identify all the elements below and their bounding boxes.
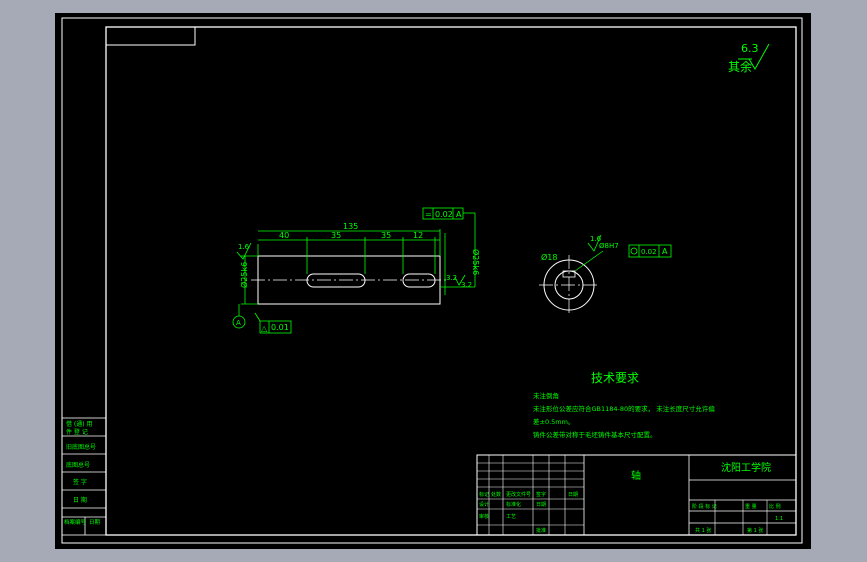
outer-border bbox=[61, 17, 803, 544]
tb-mark: 标记 bbox=[479, 491, 489, 498]
left-panel-6: 日 期 bbox=[73, 496, 87, 504]
tech-line-3: 差±0.5mm。 bbox=[533, 417, 574, 426]
left-panel-8: 日期 bbox=[89, 519, 101, 526]
left-panel-5: 签 字 bbox=[73, 478, 87, 486]
left-panel-7: 档案编号 bbox=[64, 518, 87, 526]
title-block-school: 沈阳工学院 bbox=[721, 461, 771, 474]
roughness-other-label: 其余 bbox=[728, 59, 752, 74]
straightness-symbol: △ bbox=[261, 324, 268, 333]
dim-seg3: 35 bbox=[381, 231, 391, 240]
tech-line-1: 未注倒角 bbox=[533, 391, 559, 400]
top-left-code-box bbox=[105, 26, 196, 46]
dim-seg2: 35 bbox=[331, 231, 341, 240]
dim-diameter-left: Ø25k6 bbox=[239, 262, 249, 288]
tb-review: 审核 bbox=[479, 513, 489, 520]
section-tolerance-datum: A bbox=[662, 247, 668, 256]
datum-label: A bbox=[236, 319, 241, 327]
section-keyway: Ø8H7 bbox=[599, 242, 619, 250]
shaft-front-view bbox=[251, 255, 449, 305]
tb-design: 设计 bbox=[479, 501, 489, 508]
tb-scale-value: 1:1 bbox=[775, 516, 783, 522]
title-block-part-name: 轴 bbox=[631, 469, 641, 482]
shaft-section-view bbox=[539, 255, 599, 315]
tb-standard: 标准化 bbox=[506, 501, 521, 508]
left-panel-2: 件 登 记 bbox=[66, 428, 88, 436]
dim-total-length: 135 bbox=[343, 222, 358, 231]
roughness-value-text: 6.3 bbox=[741, 42, 759, 55]
flatness-datum: A bbox=[456, 210, 462, 219]
straightness-value: 0.01 bbox=[271, 323, 289, 332]
tb-scale-label: 比 例 bbox=[769, 503, 781, 510]
tech-line-4: 铸件公差带对称于毛坯铸件基本尺寸配置。 bbox=[533, 430, 657, 439]
tech-requirements-title: 技术要求 bbox=[591, 371, 639, 385]
tb-count: 处数 bbox=[491, 491, 501, 498]
tb-approve: 批准 bbox=[536, 527, 546, 534]
roughness-right2-text: 3.2 bbox=[461, 281, 472, 289]
tb-design-date: 日期 bbox=[536, 502, 546, 508]
tb-weight: 重 量 bbox=[745, 503, 757, 510]
section-tolerance-value: 0.02 bbox=[641, 248, 657, 256]
dim-seg1: 40 bbox=[279, 231, 289, 240]
section-diameter: Ø18 bbox=[541, 252, 557, 262]
left-panel-4: 底图总号 bbox=[66, 461, 90, 469]
dim-diameter-right: Ø25k6 bbox=[471, 249, 481, 275]
left-panel-1: 借 (通) 用 bbox=[66, 420, 93, 428]
keyway-long bbox=[306, 273, 366, 288]
cad-viewport[interactable]: 6.3 其余 135 40 35 35 12 Ø25k6 Ø25k6 1.6 3… bbox=[55, 13, 811, 549]
cad-drawing-canvas[interactable]: 6.3 其余 135 40 35 35 12 Ø25k6 Ø25k6 1.6 3… bbox=[55, 13, 811, 549]
tb-total-sheets: 共 1 张 bbox=[695, 527, 711, 534]
tb-process: 工艺 bbox=[506, 514, 516, 520]
tb-stage: 阶 段 标 记 bbox=[692, 503, 717, 510]
tb-sign: 签字 bbox=[536, 491, 546, 498]
keyway-short bbox=[402, 273, 436, 288]
tech-line-2: 未注形位公差应符合GB1184-80的要求， 未注长度尺寸允许偏 bbox=[533, 404, 715, 413]
tb-change-doc: 更改文件号 bbox=[506, 491, 531, 498]
tb-sheet-no: 第 1 张 bbox=[747, 527, 763, 534]
tb-date: 日期 bbox=[568, 492, 578, 498]
left-panel-3: 旧底图总号 bbox=[66, 443, 96, 451]
flatness-value: 0.02 bbox=[435, 210, 453, 219]
flatness-symbol: = bbox=[425, 210, 432, 219]
dim-seg4: 12 bbox=[413, 231, 423, 240]
